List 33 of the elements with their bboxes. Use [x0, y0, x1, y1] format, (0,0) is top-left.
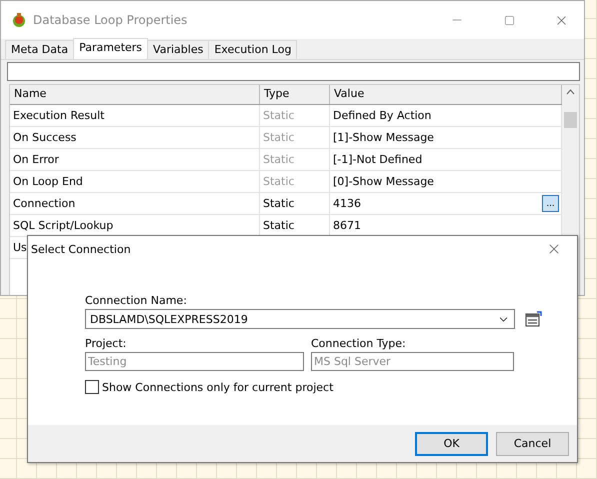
- checkbox-label: Show Connections only for current project: [102, 380, 334, 394]
- table-cell: Static: [260, 105, 330, 126]
- maximize-icon[interactable]: [504, 14, 514, 26]
- table-cell: On Success: [10, 127, 260, 148]
- table-cell: Static: [260, 193, 330, 214]
- field-label: Connection Type:: [311, 337, 407, 350]
- browse-button[interactable]: ...: [542, 195, 559, 212]
- tab[interactable]: Parameters: [73, 38, 148, 59]
- connection-dropdown[interactable]: DBSLAMD\SQLEXPRESS2019: [85, 309, 515, 329]
- column-header[interactable]: Type: [260, 85, 330, 104]
- column-header[interactable]: Name: [10, 85, 260, 104]
- field-label: Connection Name:: [85, 294, 188, 307]
- scroll-up-icon[interactable]: [566, 89, 575, 95]
- table-cell: Static: [260, 149, 330, 170]
- table-cell: Static: [260, 171, 330, 192]
- tab[interactable]: Execution Log: [208, 40, 298, 59]
- properties-icon[interactable]: [525, 311, 542, 327]
- dialog-title: Select Connection: [31, 242, 132, 256]
- tab[interactable]: Meta Data: [5, 40, 74, 59]
- window-title: Database Loop Properties: [33, 13, 188, 27]
- table-cell: Static: [260, 127, 330, 148]
- field-label: Project:: [85, 337, 128, 350]
- table-cell: 4136 ...: [330, 193, 562, 214]
- table-cell: On Loop End: [10, 171, 260, 192]
- ok-button[interactable]: OK: [415, 432, 488, 456]
- cancel-button[interactable]: Cancel: [496, 432, 569, 456]
- filter-field[interactable]: [7, 62, 580, 81]
- checkbox[interactable]: [85, 380, 99, 394]
- table-cell: On Error: [10, 149, 260, 170]
- table-cell: Connection: [10, 193, 260, 214]
- table-cell: Execution Result: [10, 105, 260, 126]
- app-icon: [11, 12, 27, 28]
- scroll-thumb[interactable]: [564, 112, 577, 128]
